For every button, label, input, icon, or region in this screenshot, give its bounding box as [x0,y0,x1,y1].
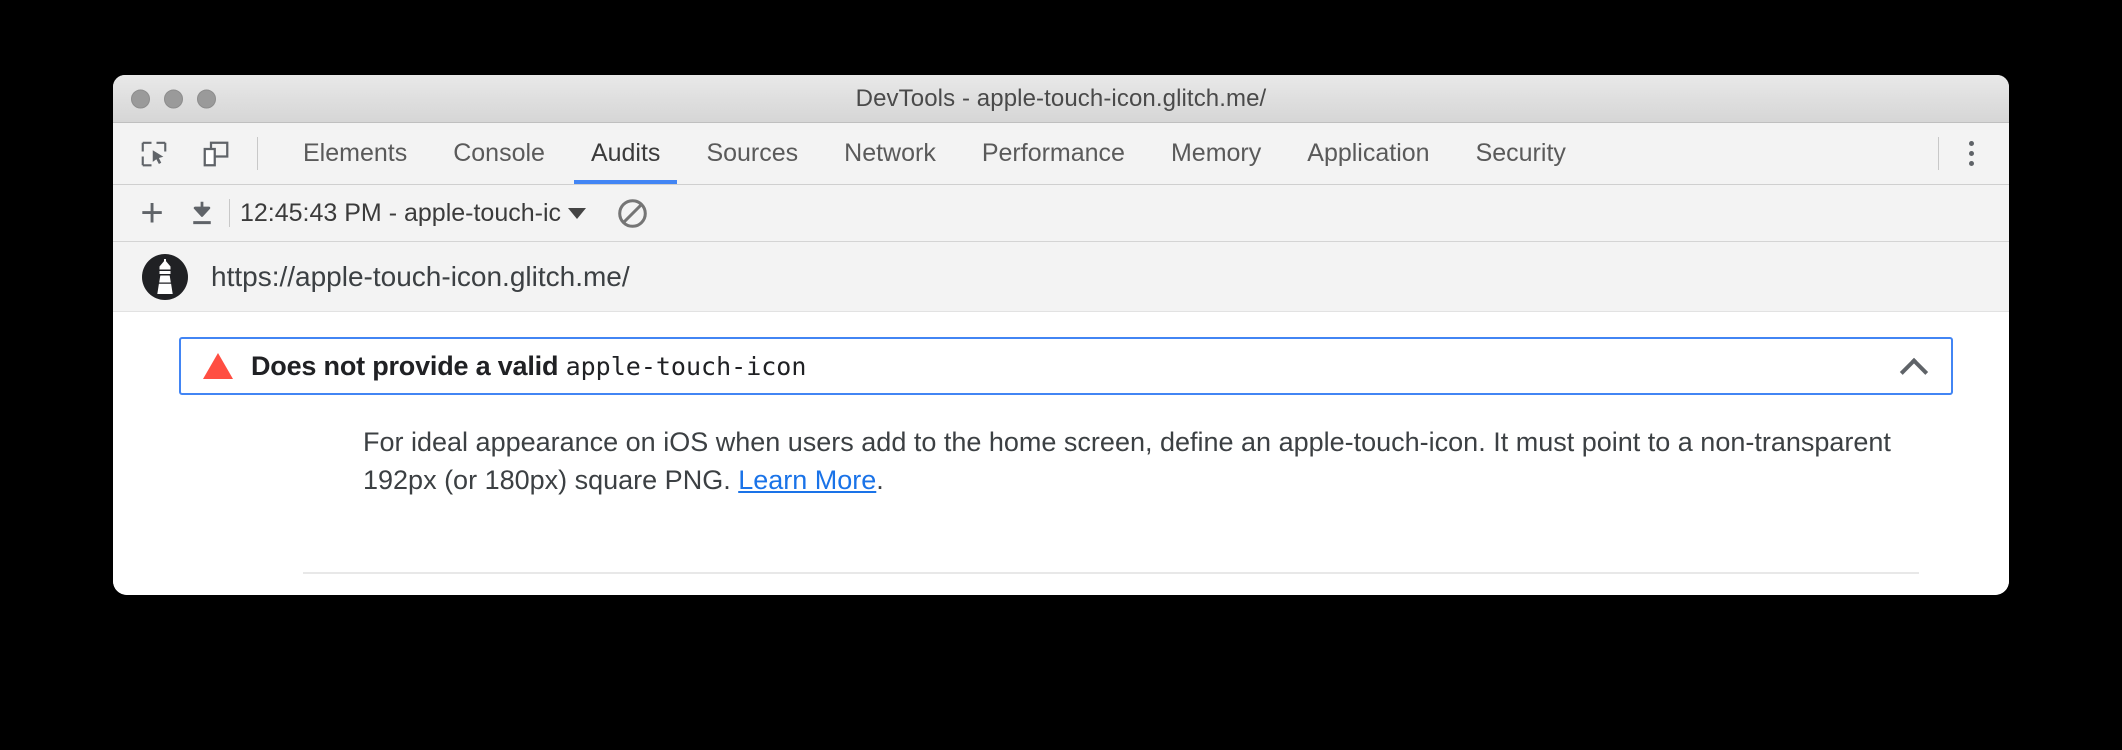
learn-more-link[interactable]: Learn More [738,465,876,495]
report-url-bar: https://apple-touch-icon.glitch.me/ [113,242,2009,312]
tab-bar-tools [127,123,280,184]
toolbar-divider [257,137,258,170]
audits-toolbar: + 12:45:43 PM - apple-touch-ico [113,185,2009,242]
tab-label: Console [453,139,545,167]
lighthouse-logo-icon [141,253,189,301]
inspect-element-icon[interactable] [131,131,177,177]
screenshot-root: DevTools - apple-touch-icon.glitch.me/ E… [0,0,2122,750]
add-audit-icon[interactable]: + [127,190,177,236]
tab-console[interactable]: Console [430,123,568,184]
download-report-icon[interactable] [177,190,227,236]
panel-tabs: Elements Console Audits Sources Network … [280,123,1936,184]
chevron-down-icon [568,207,586,219]
traffic-light-group [131,89,216,108]
tab-label: Elements [303,139,408,167]
tab-label: Audits [590,139,661,167]
tab-network[interactable]: Network [821,123,959,184]
chevron-up-icon[interactable] [1901,353,1927,379]
tab-label: Application [1307,139,1430,167]
devtools-tab-bar: Elements Console Audits Sources Network … [113,123,2009,185]
devtools-window: DevTools - apple-touch-icon.glitch.me/ E… [113,75,2009,595]
audit-results-body: . Does not provide a valid apple-touch-i… [113,312,2009,595]
clipped-text: . [683,312,690,317]
more-options-icon[interactable] [1949,131,1993,177]
audit-item-header[interactable]: Does not provide a valid apple-touch-ico… [179,337,1953,395]
audit-description-text: For ideal appearance on iOS when users a… [363,427,1891,496]
clear-all-icon[interactable] [604,190,660,236]
tab-elements[interactable]: Elements [280,123,430,184]
tab-label: Memory [1170,139,1262,167]
tab-sources[interactable]: Sources [683,123,821,184]
tab-label: Network [844,139,936,167]
audit-title-code: apple-touch-icon [565,351,807,381]
tab-performance[interactable]: Performance [959,123,1148,184]
audits-toolbar-divider [229,199,230,227]
report-selector-dropdown[interactable]: 12:45:43 PM - apple-touch-ico [240,199,586,228]
scrolled-clipped-text: . [113,312,2009,326]
tab-bar-divider [1938,137,1939,170]
report-selector-value: 12:45:43 PM - apple-touch-ico [240,198,562,227]
tab-application[interactable]: Application [1284,123,1452,184]
title-bar: DevTools - apple-touch-icon.glitch.me/ [113,75,2009,123]
tab-audits[interactable]: Audits [568,123,683,184]
audit-description-suffix: . [876,465,884,496]
tab-label: Performance [981,139,1125,167]
warning-triangle-icon [203,353,233,379]
maximize-button[interactable] [197,89,216,108]
audit-list-divider [303,572,1919,574]
tab-memory[interactable]: Memory [1148,123,1284,184]
tab-label: Sources [706,139,799,167]
tab-security[interactable]: Security [1453,123,1589,184]
audit-title: Does not provide a valid apple-touch-ico… [251,351,1901,382]
audit-title-text: Does not provide a valid [251,350,566,381]
audit-description: For ideal appearance on iOS when users a… [363,423,1919,500]
window-title: DevTools - apple-touch-icon.glitch.me/ [855,84,1267,112]
device-toolbar-icon[interactable] [193,131,239,177]
minimize-button[interactable] [164,89,183,108]
tab-bar-right [1936,123,2009,184]
close-button[interactable] [131,89,150,108]
tab-label: Security [1475,139,1566,167]
audited-url: https://apple-touch-icon.glitch.me/ [211,260,630,292]
